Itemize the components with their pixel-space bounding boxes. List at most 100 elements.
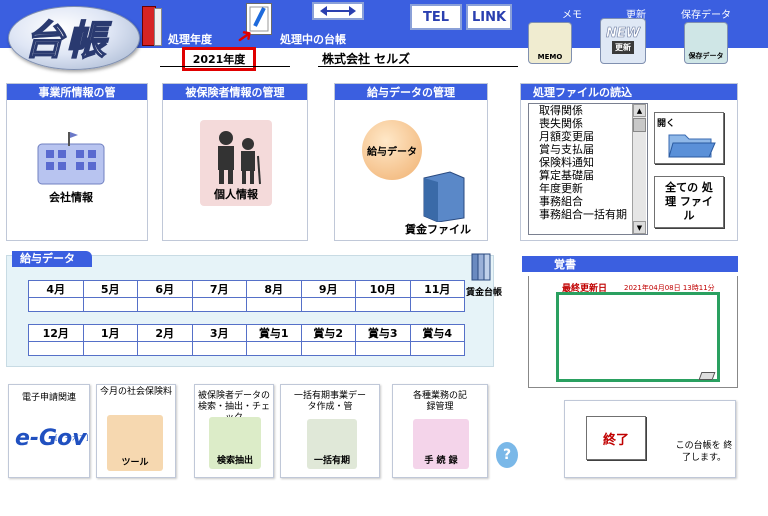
scroll-down-icon[interactable]: ▼: [633, 221, 646, 234]
bonus-3-data[interactable]: [355, 341, 411, 356]
list-item[interactable]: 事務組合: [529, 195, 647, 208]
company-info-button[interactable]: 会社情報: [34, 130, 108, 212]
bulk-fixed-term-title: 一括有期事業データ作成・管: [293, 391, 366, 412]
egov-tool[interactable]: 電子申請関連 e-Gov [イーガブ]: [8, 384, 90, 478]
bonus-4-cell[interactable]: 賞与4: [409, 324, 465, 342]
salary-data-label: 給与データ: [367, 146, 417, 158]
memo-button[interactable]: MEMO: [528, 22, 572, 64]
list-item[interactable]: 喪失関係: [529, 117, 647, 130]
memo-top-label: メモ: [562, 10, 582, 21]
list-item[interactable]: 算定基礎届: [529, 169, 647, 182]
records-tool[interactable]: 各種業務の記録管理 手 続 録: [392, 384, 488, 478]
save-data-button[interactable]: 保存データ: [684, 22, 728, 64]
binder-icon: [423, 171, 465, 223]
month-12-cell[interactable]: 12月: [28, 324, 84, 342]
month-10-cell[interactable]: 10月: [355, 280, 411, 298]
bonus-3-cell[interactable]: 賞与3: [355, 324, 411, 342]
records-label: 手 続 録: [424, 456, 458, 466]
scroll-up-icon[interactable]: ▲: [633, 104, 646, 117]
month-6-cell[interactable]: 6月: [137, 280, 193, 298]
link-button[interactable]: LINK: [466, 4, 512, 30]
eraser-icon: [698, 372, 716, 380]
file-list-scrollbar[interactable]: ▲ ▼: [632, 104, 646, 234]
month-6-data[interactable]: [137, 297, 193, 312]
wage-file-button[interactable]: 賃金ファイル: [398, 170, 478, 238]
processing-year-field[interactable]: 2021年度: [182, 47, 256, 71]
list-item[interactable]: 賞与支払届: [529, 143, 647, 156]
open-file-label: 開く: [657, 118, 676, 129]
egov-logo-sub: [イーガブ]: [55, 434, 89, 442]
social-insurance-tool[interactable]: 今月の社会保険料 ツール: [96, 384, 176, 478]
month-11-cell[interactable]: 11月: [409, 280, 465, 298]
tel-button[interactable]: TEL: [410, 4, 462, 30]
bonus-2-cell[interactable]: 賞与2: [300, 324, 356, 342]
month-7-cell[interactable]: 7月: [191, 280, 247, 298]
month-8-cell[interactable]: 8月: [246, 280, 302, 298]
processing-year-label: 処理年度: [168, 33, 212, 46]
process-file-list[interactable]: 取得関係 喪失関係 月額変更届 賞与支払届 保険料通知 算定基礎届 年度更新 事…: [528, 103, 648, 235]
memo-board[interactable]: [556, 292, 720, 382]
month-1-cell[interactable]: 1月: [82, 324, 138, 342]
month-5-cell[interactable]: 5月: [82, 280, 138, 298]
records-title: 各種業務の記録管理: [413, 391, 468, 412]
personal-info-button[interactable]: 個人情報: [200, 120, 272, 206]
month-2-data[interactable]: [137, 341, 193, 356]
list-item[interactable]: 取得関係: [529, 104, 647, 117]
month-2-cell[interactable]: 2月: [137, 324, 193, 342]
wage-ledger-button[interactable]: 賃金台帳: [466, 252, 510, 298]
month-1-data[interactable]: [82, 341, 138, 356]
update-icon-text: 更新: [612, 41, 634, 54]
company-info-label: 会社情報: [49, 191, 93, 204]
office-info-title: 事業所情報の管: [7, 84, 147, 100]
month-3-data[interactable]: [191, 341, 247, 356]
list-item[interactable]: 月額変更届: [529, 130, 647, 143]
scroll-thumb[interactable]: [633, 118, 646, 132]
month-9-cell[interactable]: 9月: [300, 280, 356, 298]
month-4-cell[interactable]: 4月: [28, 280, 84, 298]
month-11-data[interactable]: [409, 297, 465, 312]
wage-file-label: 賃金ファイル: [405, 223, 471, 236]
company-underline: [318, 66, 518, 67]
month-10-data[interactable]: [355, 297, 411, 312]
memo-icon-text: MEMO: [537, 53, 563, 61]
open-file-button[interactable]: 開く: [654, 112, 724, 164]
month-4-data[interactable]: [28, 297, 84, 312]
bulk-fixed-term-label: 一括有期: [313, 456, 350, 466]
bulk-fixed-term-tool[interactable]: 一括有期事業データ作成・管 一括有期: [280, 384, 380, 478]
update-new-text: NEW: [605, 26, 641, 42]
window-toggle-button[interactable]: [312, 2, 364, 20]
bonus-1-data[interactable]: [246, 341, 302, 356]
month-12-data[interactable]: [28, 341, 84, 356]
list-item[interactable]: 年度更新: [529, 182, 647, 195]
salary-data-title: 給与データ: [12, 251, 92, 267]
bonus-1-cell[interactable]: 賞与1: [246, 324, 302, 342]
list-item[interactable]: 保険料通知: [529, 156, 647, 169]
double-arrow-icon: [320, 6, 356, 16]
salary-mgmt-title: 給与データの管理: [335, 84, 487, 100]
help-button[interactable]: ?: [496, 442, 518, 468]
egov-title: 電子申請関連: [21, 393, 76, 403]
personal-info-label: 個人情報: [214, 188, 258, 201]
magnifier-icon: 検索抽出: [209, 417, 261, 469]
update-button[interactable]: NEW 更新: [600, 18, 646, 64]
ledger-stack-icon: [471, 253, 491, 281]
save-icon-text: 保存データ: [688, 52, 724, 60]
ledger-book-pages-icon: [154, 8, 162, 46]
month-5-data[interactable]: [82, 297, 138, 312]
list-item[interactable]: 事務組合一括有期: [529, 208, 647, 221]
month-9-data[interactable]: [300, 297, 356, 312]
bonus-4-data[interactable]: [409, 341, 465, 356]
bonus-2-data[interactable]: [300, 341, 356, 356]
search-extract-tool[interactable]: 被保険者データの検索・抽出・チェック 検索抽出: [194, 384, 274, 478]
calculator-icon: ツール: [107, 415, 163, 471]
salary-month-row-2: 12月 1月 2月 3月 賞与1 賞与2 賞与3 賞与4: [28, 324, 465, 356]
month-3-cell[interactable]: 3月: [191, 324, 247, 342]
file-read-title: 処理ファイルの読込: [521, 84, 737, 100]
exit-button[interactable]: 終了: [586, 416, 646, 460]
all-files-button[interactable]: 全ての 処 理 ファイル: [654, 176, 724, 228]
people-icon: [218, 131, 261, 185]
current-ledger-label: 処理中の台帳: [280, 33, 346, 46]
month-8-data[interactable]: [246, 297, 302, 312]
memo-title: 覚書: [522, 256, 738, 272]
month-7-data[interactable]: [191, 297, 247, 312]
